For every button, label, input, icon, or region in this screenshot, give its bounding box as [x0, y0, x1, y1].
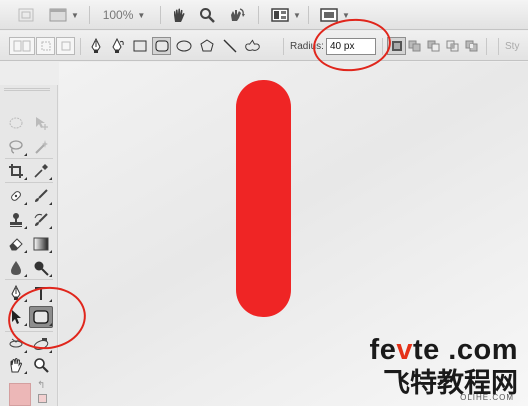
rounded-rectangle-icon[interactable]	[152, 37, 171, 55]
divider	[5, 158, 53, 159]
watermark-brand: fevte .com	[369, 334, 518, 366]
line-icon[interactable]	[220, 37, 239, 55]
chevron-down-icon: ▼	[293, 10, 301, 20]
watermark: fevte .com 飞特教程网	[370, 335, 518, 399]
paths-icon[interactable]	[36, 37, 55, 55]
more-tools-indicator	[24, 202, 27, 205]
more-tools-indicator	[24, 371, 27, 374]
arrange-documents-icon[interactable]: ▼	[270, 5, 302, 25]
eyedropper-icon[interactable]	[30, 161, 52, 181]
blur-icon[interactable]	[5, 258, 27, 278]
default-colors-icon[interactable]	[38, 394, 47, 403]
chevron-down-icon: ▼	[71, 10, 79, 20]
rectangle-icon[interactable]	[130, 37, 149, 55]
crop-icon[interactable]	[5, 161, 27, 181]
foreground-color-swatch[interactable]	[9, 383, 31, 406]
clone-stamp-icon[interactable]	[5, 210, 27, 230]
more-tools-indicator	[24, 350, 27, 353]
pen-icon[interactable]	[86, 37, 105, 55]
more-tools-indicator	[24, 274, 27, 277]
more-tools-indicator	[49, 274, 52, 277]
panel-grip[interactable]	[4, 88, 50, 91]
divider	[5, 182, 53, 183]
brush-icon[interactable]	[30, 186, 52, 206]
hand-tool-icon[interactable]	[169, 5, 189, 25]
chevron-down-icon: ▼	[137, 10, 146, 20]
more-tools-indicator	[49, 350, 52, 353]
hand-icon[interactable]	[5, 355, 27, 375]
zoom-level: 100%	[102, 8, 134, 22]
application-bar: ▼ 100% ▼ ▼ ▼	[0, 0, 528, 30]
subtract-icon[interactable]	[424, 37, 443, 55]
spot-healing-icon[interactable]	[5, 186, 27, 206]
magic-wand-icon[interactable]	[30, 137, 52, 157]
add-to-area-icon[interactable]	[405, 37, 424, 55]
ellipse-icon[interactable]	[174, 37, 193, 55]
divider	[258, 6, 259, 24]
intersect-icon[interactable]	[443, 37, 462, 55]
dodge-icon[interactable]	[30, 258, 52, 278]
style-label: Sty	[505, 41, 520, 52]
swap-colors-icon[interactable]: ↰	[37, 380, 45, 391]
eraser-icon[interactable]	[5, 234, 27, 254]
divider	[80, 38, 81, 55]
gradient-icon[interactable]	[30, 234, 52, 254]
watermark-small: OLIHE.COM	[460, 393, 514, 402]
lasso-icon[interactable]	[5, 137, 27, 157]
divider	[89, 6, 90, 24]
zoom-icon[interactable]	[30, 355, 52, 375]
divider	[308, 6, 309, 24]
more-tools-indicator	[24, 177, 27, 180]
more-tools-indicator	[49, 202, 52, 205]
rectangular-marquee-icon[interactable]	[5, 113, 27, 133]
divider	[5, 279, 53, 280]
more-tools-indicator	[49, 250, 52, 253]
divider	[160, 6, 161, 24]
move-icon[interactable]	[30, 113, 52, 133]
rounded-rectangle-shape[interactable]	[236, 80, 291, 317]
more-tools-indicator	[49, 226, 52, 229]
custom-shape-icon[interactable]	[243, 37, 262, 55]
freeform-pen-icon[interactable]	[108, 37, 127, 55]
polygon-icon[interactable]	[197, 37, 216, 55]
divider	[498, 38, 499, 55]
options-bar: ▼	[0, 31, 528, 86]
more-tools-indicator	[24, 250, 27, 253]
zoom-level-select[interactable]: 100% ▼	[98, 5, 150, 25]
more-tools-indicator	[49, 177, 52, 180]
history-brush-icon[interactable]	[30, 210, 52, 230]
exclude-icon[interactable]	[462, 37, 481, 55]
divider	[283, 38, 284, 55]
frame-icon[interactable]: ▼	[48, 5, 80, 25]
home-icon[interactable]	[16, 5, 36, 25]
tool-preset-icon[interactable]	[9, 37, 35, 55]
divider	[486, 38, 487, 55]
more-tools-indicator	[24, 153, 27, 156]
fill-pixels-icon[interactable]	[56, 37, 75, 55]
rotate-view-icon[interactable]	[226, 5, 248, 25]
more-tools-indicator	[24, 226, 27, 229]
zoom-tool-icon[interactable]	[197, 5, 217, 25]
